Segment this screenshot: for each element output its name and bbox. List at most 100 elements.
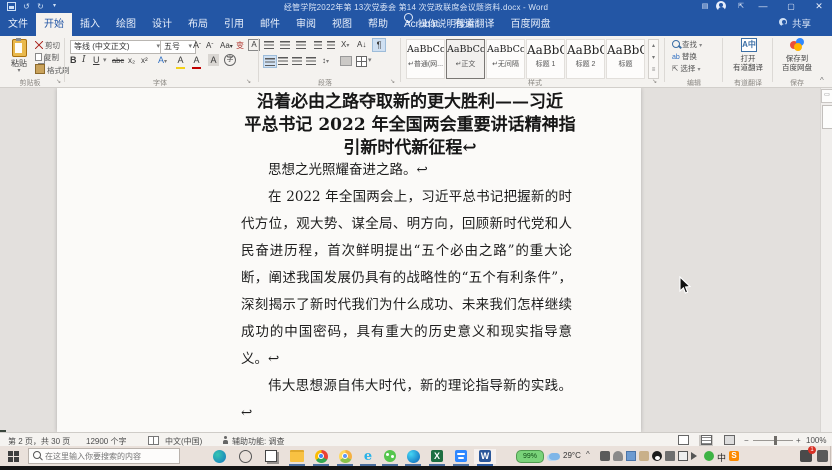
maximize-button[interactable]: ▢ <box>780 0 802 13</box>
style-heading-1[interactable]: AaBbC标题 1 <box>526 39 565 79</box>
monitor-icon[interactable] <box>678 451 688 461</box>
align-justify-button[interactable] <box>263 55 277 68</box>
superscript-button[interactable]: x² <box>141 54 148 67</box>
web-layout-button[interactable] <box>722 435 736 446</box>
ie-button[interactable]: e <box>357 449 379 464</box>
chrome-button[interactable] <box>310 449 332 464</box>
tab-references[interactable]: 引用 <box>216 13 252 36</box>
line-spacing-button[interactable]: ↕▾ <box>322 54 329 69</box>
style-body-text[interactable]: AaBbCcDc↵正文 <box>446 39 485 79</box>
highlight-button[interactable]: A <box>176 54 185 69</box>
style-normal-web[interactable]: AaBbCcDc↵普通(网... <box>406 39 445 79</box>
phonetic-guide-button[interactable]: 变 <box>236 39 244 52</box>
cortana-button[interactable] <box>234 449 256 464</box>
underline-dropdown[interactable]: ▾ <box>103 54 107 67</box>
grow-font-button[interactable]: Aˆ <box>193 39 201 54</box>
tab-draw[interactable]: 绘图 <box>108 13 144 36</box>
word-button-active[interactable]: W <box>474 449 496 464</box>
shrink-font-button[interactable]: Aˇ <box>206 39 213 54</box>
taskbar-search-input[interactable] <box>28 448 180 464</box>
decrease-indent-button[interactable] <box>314 41 322 49</box>
edge-button[interactable] <box>402 449 424 464</box>
account-avatar[interactable] <box>716 1 726 11</box>
bullets-button[interactable] <box>264 41 274 49</box>
start-button[interactable] <box>2 449 24 464</box>
cut-button[interactable]: 剪切 <box>35 40 60 51</box>
qq-icon[interactable] <box>652 451 662 461</box>
replace-button[interactable]: ab 替换 <box>672 51 697 63</box>
styles-dialog-launcher[interactable]: ↘ <box>652 78 657 85</box>
tell-me-search[interactable]: 操作说明搜索 <box>418 13 475 36</box>
asian-layout-button[interactable]: X▾ <box>341 38 349 53</box>
fax-device-icon[interactable] <box>665 451 675 461</box>
ribbon-display-icon[interactable]: ⇱ <box>730 0 752 13</box>
align-center-button[interactable] <box>292 55 302 65</box>
tab-design[interactable]: 设计 <box>144 13 180 36</box>
character-shading-button[interactable]: A <box>208 54 219 66</box>
copy-button[interactable]: 复制 <box>35 52 59 63</box>
vertical-scrollbar-thumb[interactable] <box>822 105 832 129</box>
shading-button[interactable] <box>340 56 352 66</box>
minimize-button[interactable]: — <box>752 0 774 13</box>
sogou-icon[interactable]: S <box>729 451 739 461</box>
ruler-toggle-icon[interactable]: ▭ <box>821 89 832 103</box>
battery-indicator[interactable]: 99% <box>516 450 544 463</box>
select-button[interactable]: ⇱ 选择 ▾ <box>672 63 701 76</box>
chrome-secondary-button[interactable] <box>334 449 356 464</box>
hidden-icons-chevron[interactable]: ^ <box>586 450 590 459</box>
bold-button[interactable]: B <box>70 54 77 67</box>
file-explorer-button[interactable] <box>286 449 308 464</box>
multilevel-list-button[interactable] <box>296 41 306 49</box>
image-viewer-icon[interactable] <box>626 451 636 461</box>
clipboard-dialog-launcher[interactable]: ↘ <box>56 78 61 85</box>
document-body[interactable]: 思想之光照耀奋进之路。↩ 在 2022 年全国两会上，习近平总书记把握新的时代方… <box>241 157 572 432</box>
align-left-button[interactable] <box>278 55 288 65</box>
tab-view[interactable]: 视图 <box>324 13 360 36</box>
tab-home[interactable]: 开始 <box>36 13 72 36</box>
excel-button[interactable]: X <box>426 449 448 464</box>
change-case-button[interactable]: Aa▾ <box>220 39 233 54</box>
borders-button[interactable] <box>356 56 367 67</box>
zoom-level[interactable]: 100% <box>806 436 826 445</box>
zoom-slider-thumb[interactable] <box>774 436 777 445</box>
tab-layout[interactable]: 布局 <box>180 13 216 36</box>
style-heading[interactable]: AaBbC标题 <box>606 39 645 79</box>
print-layout-button[interactable] <box>699 435 713 446</box>
task-view-button[interactable] <box>260 449 282 464</box>
paragraph-dialog-launcher[interactable]: ↘ <box>390 78 395 85</box>
tab-baidu-netdisk[interactable]: 百度网盘 <box>502 13 558 36</box>
ime-indicator[interactable]: 中 <box>717 451 726 464</box>
pen-input-icon[interactable] <box>600 451 610 461</box>
style-heading-2[interactable]: AaBbC标题 2 <box>566 39 605 79</box>
paste-dropdown-arrow[interactable]: ▾ <box>6 67 32 74</box>
font-dialog-launcher[interactable]: ↘ <box>246 78 251 85</box>
styles-gallery-scroll[interactable]: ▴▾≡ <box>648 39 659 79</box>
text-effects-button[interactable]: A▾ <box>158 54 167 69</box>
increase-indent-button[interactable] <box>327 41 335 49</box>
collapse-ribbon-button[interactable]: ^ <box>820 76 824 85</box>
strikethrough-button[interactable]: abc <box>112 54 124 67</box>
font-size-combo[interactable]: 五号▾ <box>160 40 196 54</box>
tab-review[interactable]: 审阅 <box>288 13 324 36</box>
italic-button[interactable]: I <box>82 54 86 67</box>
share-button[interactable]: 共享 <box>792 13 811 36</box>
close-button[interactable]: ✕ <box>808 0 830 13</box>
show-marks-button[interactable]: ¶ <box>372 38 386 52</box>
tab-mailings[interactable]: 邮件 <box>252 13 288 36</box>
zoom-in-button[interactable]: + <box>796 436 801 445</box>
zoom-slider-track[interactable] <box>753 440 793 441</box>
proofing-icon[interactable] <box>148 436 159 445</box>
borders-dropdown[interactable]: ▾ <box>368 54 372 67</box>
font-color-button[interactable]: A <box>192 54 201 69</box>
taskbar-app-360[interactable] <box>208 449 230 464</box>
car-assistant-icon[interactable] <box>613 451 623 461</box>
numbering-button[interactable] <box>280 41 290 49</box>
align-right-button[interactable] <box>306 55 316 65</box>
sort-button[interactable]: A↓ <box>357 38 366 51</box>
style-no-spacing[interactable]: AaBbCcDx↵无间隔 <box>486 39 525 79</box>
action-center-icon[interactable] <box>817 450 828 462</box>
notification-app-icon[interactable]: 1 <box>800 450 812 462</box>
ribbon-options-icon[interactable]: ▤ <box>694 0 716 13</box>
oa-app-button[interactable] <box>450 449 472 464</box>
subscript-button[interactable]: x₂ <box>128 54 135 67</box>
